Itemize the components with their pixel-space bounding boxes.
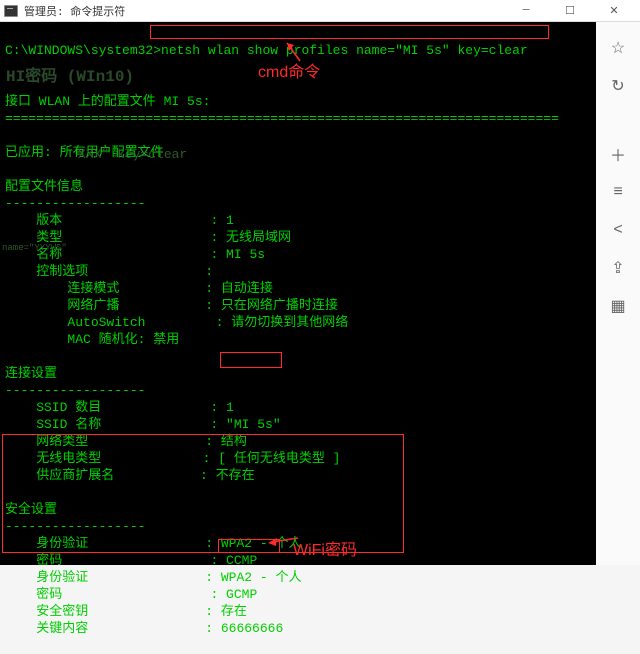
add-icon[interactable]: ＋ [608,144,628,164]
minimize-button[interactable]: ─ [504,0,548,22]
prompt-command: netsh wlan show profiles name="MI 5s" ke… [161,43,528,58]
vendor-key: 供应商扩展名 [5,468,114,483]
list-icon[interactable]: ≡ [608,182,628,202]
auth2-key: 身份验证 [5,570,88,585]
type-key: 类型 [5,230,62,245]
sec-settings-header: 安全设置 [5,502,57,517]
connmode-val: 自动连接 [221,281,273,296]
vendor-val: 不存在 [216,468,255,483]
share-icon[interactable]: < [608,220,628,240]
keycontent-val: 66666666 [221,621,283,636]
seckey-key: 安全密钥 [5,604,88,619]
right-sidebar: ☆ ↻ ＋ ≡ < ⇪ ▦ [596,22,640,565]
titlebar[interactable]: 管理员: 命令提示符 ─ ☐ ✕ [0,0,640,22]
separator-dash-3: ------------------ [5,519,145,534]
qr-icon[interactable]: ▦ [608,296,628,316]
connmode-key: 连接模式 [5,281,119,296]
applied-line: 已应用: 所有用户配置文件 [5,145,164,160]
broadcast-key: 网络广播 [5,298,119,313]
control-key: 控制选项 [5,264,88,279]
type-val: 无线局域网 [226,230,291,245]
radiotype-key: 无线电类型 [5,451,101,466]
conn-settings-header: 连接设置 [5,366,57,381]
cipher-key: 密码 [5,553,62,568]
window-title: 管理员: 命令提示符 [24,3,504,19]
app-window: 管理员: 命令提示符 ─ ☐ ✕ C:\WINDOWS\system32>net… [0,0,640,565]
autoswitch-key: AutoSwitch [5,315,145,330]
nettype-val: 结构 [221,434,247,449]
prompt-path: C:\WINDOWS\system32> [5,43,161,58]
auth-key: 身份验证 [5,536,88,551]
profile-info-header: 配置文件信息 [5,179,83,194]
window-controls: ─ ☐ ✕ [504,0,636,22]
seckey-val: 存在 [221,604,247,619]
cmd-icon [4,5,18,17]
macrandom-key: MAC 随机化: 禁用 [5,332,179,347]
name-val: MI 5s [226,247,265,262]
nettype-key: 网络类型 [5,434,88,449]
separator-dash: ------------------ [5,196,145,211]
ssidnum-val: 1 [226,400,234,415]
terminal-content[interactable]: C:\WINDOWS\system32>netsh wlan show prof… [0,22,596,565]
history-icon[interactable]: ↻ [608,76,628,96]
separator-dash-2: ------------------ [5,383,145,398]
maximize-button[interactable]: ☐ [548,0,592,22]
ssidname-key: SSID 名称 [5,417,101,432]
auth2-val: WPA2 - 个人 [221,570,302,585]
separator-eq: ========================================… [5,111,559,126]
close-button[interactable]: ✕ [592,0,636,22]
export-icon[interactable]: ⇪ [608,258,628,278]
interface-header: 接口 WLAN 上的配置文件 MI 5s: [5,94,210,109]
keycontent-key: 关键内容 [5,621,88,636]
broadcast-val: 只在网络广播时连接 [221,298,338,313]
name-key: 名称 [5,247,62,262]
version-key: 版本 [5,213,62,228]
version-val: 1 [226,213,234,228]
bookmark-icon[interactable]: ☆ [608,38,628,58]
cipher2-val: GCMP [226,587,257,602]
ssidname-val: "MI 5s" [226,417,281,432]
ssidnum-key: SSID 数目 [5,400,101,415]
cipher-val: CCMP [226,553,257,568]
autoswitch-val: 请勿切换到其他网络 [231,315,348,330]
auth-val: WPA2 - 个人 [221,536,302,551]
radiotype-val: [ 任何无线电类型 ] [218,451,340,466]
cipher2-key: 密码 [5,587,62,602]
